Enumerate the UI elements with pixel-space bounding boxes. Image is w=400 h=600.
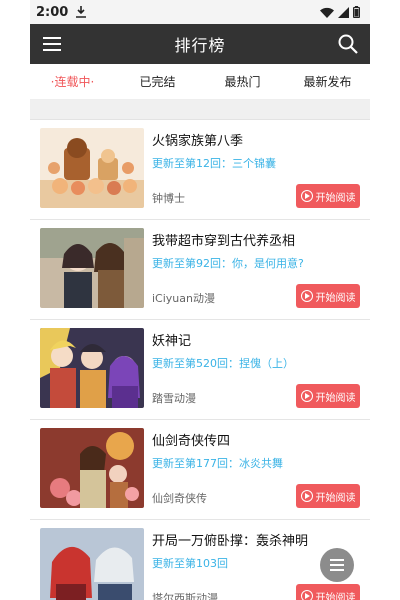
section-divider	[30, 100, 370, 120]
list-item[interactable]: 火锅家族第八季 更新至第12回：三个锦囊 钟博士 开始阅读	[30, 120, 370, 220]
start-reading-label: 开始阅读	[315, 492, 356, 504]
tab-completed[interactable]: 已完结	[115, 73, 200, 90]
screen: 2:00 排行榜 ·连载中· 已完结 最热门 最新发布 火锅家族第八季 更新至第…	[0, 0, 400, 600]
tab-bar: ·连载中· 已完结 最热门 最新发布	[30, 64, 370, 100]
comic-info: 仙剑奇侠传四 更新至第177回：冰炎共舞 仙剑奇侠传 开始阅读	[152, 428, 360, 519]
comic-info: 妖神记 更新至第520回：捏傀（上） 踏雪动漫 开始阅读	[152, 328, 360, 419]
comic-author: 踏雪动漫	[152, 392, 196, 405]
comic-info: 我带超市穿到古代养丞相 更新至第92回：你，是何用意? iCiyuan动漫 开始…	[152, 228, 360, 319]
start-reading-button[interactable]: 开始阅读	[296, 584, 360, 600]
play-icon	[300, 290, 313, 302]
comic-info: 火锅家族第八季 更新至第12回：三个锦囊 钟博士 开始阅读	[152, 128, 360, 219]
comic-title: 开局一万俯卧撑：轰杀神明	[152, 534, 309, 549]
start-reading-label: 开始阅读	[315, 192, 356, 204]
comic-cover[interactable]	[40, 228, 144, 308]
list-icon	[330, 559, 344, 571]
play-icon	[300, 490, 313, 502]
status-time: 2:00	[36, 4, 69, 20]
comic-title: 火锅家族第八季	[152, 134, 244, 149]
comic-cover[interactable]	[40, 328, 144, 408]
play-icon	[300, 390, 313, 402]
search-icon[interactable]	[336, 32, 360, 56]
comic-cover[interactable]	[40, 128, 144, 208]
start-reading-button[interactable]: 开始阅读	[296, 484, 360, 508]
comic-cover[interactable]	[40, 428, 144, 508]
comic-author: 仙剑奇侠传	[152, 492, 207, 505]
comic-author: 钟博士	[152, 192, 185, 205]
comic-author: iCiyuan动漫	[152, 292, 215, 305]
page-title: 排行榜	[174, 36, 226, 55]
comic-update: 更新至第12回：三个锦囊	[152, 157, 276, 170]
comic-update: 更新至第177回：冰炎共舞	[152, 457, 283, 470]
list-item[interactable]: 我带超市穿到古代养丞相 更新至第92回：你，是何用意? iCiyuan动漫 开始…	[30, 220, 370, 320]
start-reading-button[interactable]: 开始阅读	[296, 284, 360, 308]
phone-frame: 2:00 排行榜 ·连载中· 已完结 最热门 最新发布 火锅家族第八季 更新至第…	[30, 0, 370, 600]
list-item[interactable]: 开局一万俯卧撑：轰杀神明 更新至第103回 塔尔西斯动漫 开始阅读	[30, 520, 370, 600]
comic-author: 塔尔西斯动漫	[152, 592, 218, 600]
signal-icon	[338, 3, 349, 22]
comic-update: 更新至第92回：你，是何用意?	[152, 257, 304, 270]
floating-menu-button[interactable]	[320, 548, 354, 582]
comic-update: 更新至第520回：捏傀（上）	[152, 357, 294, 370]
list-item[interactable]: 妖神记 更新至第520回：捏傀（上） 踏雪动漫 开始阅读	[30, 320, 370, 420]
tab-hottest[interactable]: 最热门	[200, 73, 285, 90]
menu-icon[interactable]	[40, 32, 64, 56]
start-reading-label: 开始阅读	[315, 292, 356, 304]
download-icon	[76, 3, 87, 22]
tab-newest[interactable]: 最新发布	[285, 73, 370, 90]
comic-list: 火锅家族第八季 更新至第12回：三个锦囊 钟博士 开始阅读 我带超市穿到古代养丞…	[30, 120, 370, 600]
app-bar: 排行榜	[30, 24, 370, 64]
comic-title: 仙剑奇侠传四	[152, 434, 231, 449]
play-icon	[300, 590, 313, 600]
start-reading-label: 开始阅读	[315, 592, 356, 600]
start-reading-button[interactable]: 开始阅读	[296, 184, 360, 208]
comic-title: 妖神记	[152, 334, 192, 349]
play-icon	[300, 190, 313, 202]
tab-serializing[interactable]: ·连载中·	[30, 73, 115, 90]
list-item[interactable]: 仙剑奇侠传四 更新至第177回：冰炎共舞 仙剑奇侠传 开始阅读	[30, 420, 370, 520]
status-bar: 2:00	[30, 0, 370, 24]
start-reading-button[interactable]: 开始阅读	[296, 384, 360, 408]
start-reading-label: 开始阅读	[315, 392, 356, 404]
comic-cover[interactable]	[40, 528, 144, 600]
comic-title: 我带超市穿到古代养丞相	[152, 234, 296, 249]
battery-icon	[353, 3, 361, 22]
wifi-icon	[320, 3, 334, 22]
